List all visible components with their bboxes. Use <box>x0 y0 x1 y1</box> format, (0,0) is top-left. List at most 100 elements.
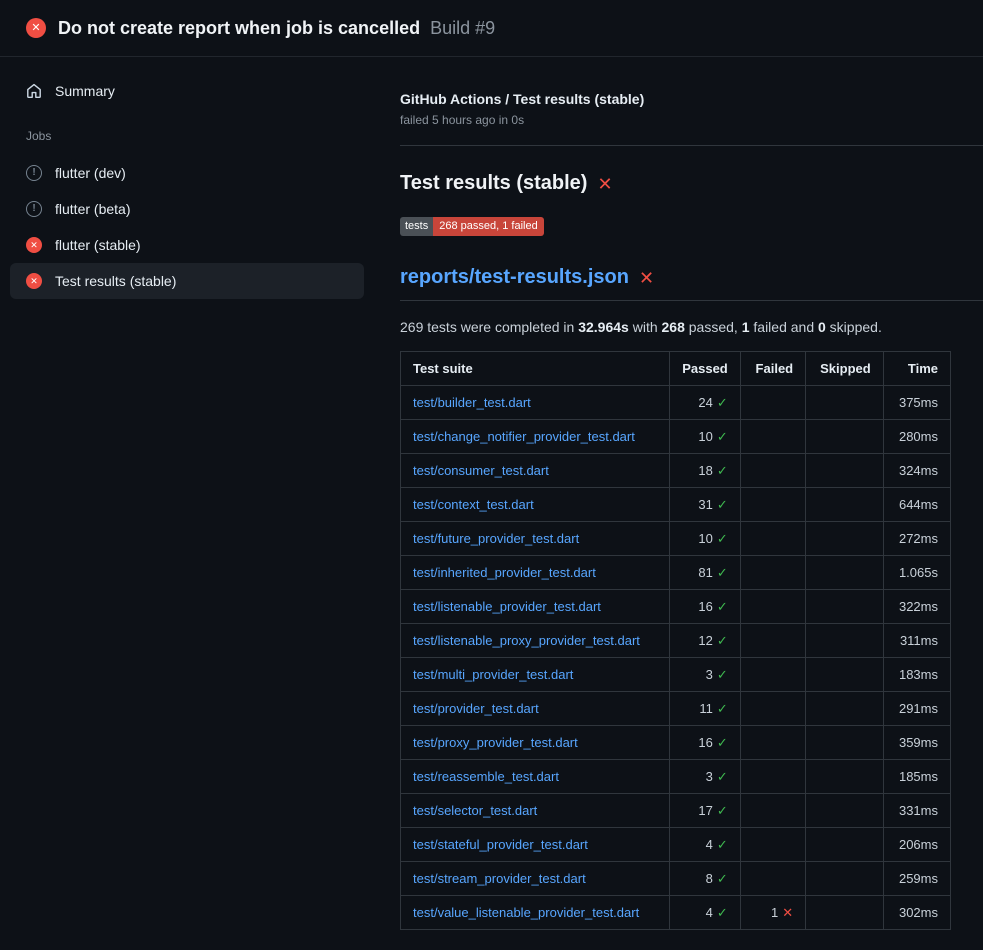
skipped-cell <box>806 488 884 522</box>
passed-cell-value: 10 <box>698 429 712 444</box>
check-icon: ✓ <box>717 497 728 512</box>
check-icon: ✓ <box>717 871 728 886</box>
sidebar-item-flutter-beta[interactable]: ! flutter (beta) <box>10 191 364 227</box>
test-suite-link[interactable]: test/future_provider_test.dart <box>413 531 579 546</box>
test-suite-link[interactable]: test/listenable_provider_test.dart <box>413 599 601 614</box>
table-row: test/value_listenable_provider_test.dart… <box>401 896 951 930</box>
test-suite-link[interactable]: test/stream_provider_test.dart <box>413 871 586 886</box>
summary-text: passed, <box>685 319 742 335</box>
check-run-title: Do not create report when job is cancell… <box>58 18 420 39</box>
test-suite-link[interactable]: test/value_listenable_provider_test.dart <box>413 905 639 920</box>
time-cell: 1.065s <box>883 556 950 590</box>
skipped-cell <box>806 862 884 896</box>
jobs-section-label: Jobs <box>10 109 364 155</box>
neutral-status-icon: ! <box>26 201 42 217</box>
passed-cell-value: 3 <box>706 667 713 682</box>
skipped-cell <box>806 896 884 930</box>
passed-cell-value: 8 <box>706 871 713 886</box>
failed-cell <box>740 760 805 794</box>
skipped-cell <box>806 556 884 590</box>
time-cell: 375ms <box>883 386 950 420</box>
sidebar-item-test-results-stable[interactable]: ✕ Test results (stable) <box>10 263 364 299</box>
table-row: test/listenable_provider_test.dart16✓322… <box>401 590 951 624</box>
skipped-cell <box>806 454 884 488</box>
home-icon <box>26 83 42 99</box>
tests-badge: tests 268 passed, 1 failed <box>400 217 544 236</box>
test-suite-link[interactable]: test/consumer_test.dart <box>413 463 549 478</box>
neutral-status-icon: ! <box>26 165 42 181</box>
suite-cell: test/listenable_proxy_provider_test.dart <box>401 624 670 658</box>
passed-cell-value: 17 <box>698 803 712 818</box>
time-cell: 280ms <box>883 420 950 454</box>
table-row: test/reassemble_test.dart3✓185ms <box>401 760 951 794</box>
failed-cell <box>740 386 805 420</box>
suite-cell: test/value_listenable_provider_test.dart <box>401 896 670 930</box>
suite-cell: test/stateful_provider_test.dart <box>401 828 670 862</box>
passed-cell: 16✓ <box>670 590 741 624</box>
test-suite-link[interactable]: test/listenable_proxy_provider_test.dart <box>413 633 640 648</box>
passed-cell-value: 11 <box>699 701 713 716</box>
passed-cell: 8✓ <box>670 862 741 896</box>
failed-cell <box>740 828 805 862</box>
sidebar-item-flutter-stable[interactable]: ✕ flutter (stable) <box>10 227 364 263</box>
failed-cell <box>740 862 805 896</box>
table-row: test/provider_test.dart11✓291ms <box>401 692 951 726</box>
test-suite-link[interactable]: test/inherited_provider_test.dart <box>413 565 596 580</box>
section-heading: Test results (stable) ✕ <box>400 172 951 195</box>
failed-cell <box>740 692 805 726</box>
col-header-failed: Failed <box>740 352 805 386</box>
passed-cell: 10✓ <box>670 522 741 556</box>
test-suite-link[interactable]: test/proxy_provider_test.dart <box>413 735 578 750</box>
test-suite-link[interactable]: test/multi_provider_test.dart <box>413 667 573 682</box>
table-row: test/selector_test.dart17✓331ms <box>401 794 951 828</box>
test-suite-link[interactable]: test/provider_test.dart <box>413 701 539 716</box>
failed-cell <box>740 624 805 658</box>
check-icon: ✓ <box>717 633 728 648</box>
suite-cell: test/context_test.dart <box>401 488 670 522</box>
run-status-line: failed 5 hours ago in 0s <box>400 113 951 127</box>
passed-cell-value: 3 <box>706 769 713 784</box>
test-suite-link[interactable]: test/builder_test.dart <box>413 395 531 410</box>
skipped-cell <box>806 590 884 624</box>
test-suite-link[interactable]: test/reassemble_test.dart <box>413 769 559 784</box>
table-row: test/context_test.dart31✓644ms <box>401 488 951 522</box>
check-icon: ✓ <box>717 701 728 716</box>
suite-cell: test/future_provider_test.dart <box>401 522 670 556</box>
skipped-cell <box>806 522 884 556</box>
failed-cell <box>740 488 805 522</box>
suite-cell: test/multi_provider_test.dart <box>401 658 670 692</box>
suite-cell: test/reassemble_test.dart <box>401 760 670 794</box>
time-cell: 331ms <box>883 794 950 828</box>
check-icon: ✓ <box>717 735 728 750</box>
passed-cell: 3✓ <box>670 760 741 794</box>
suite-cell: test/change_notifier_provider_test.dart <box>401 420 670 454</box>
table-row: test/proxy_provider_test.dart16✓359ms <box>401 726 951 760</box>
test-suite-link[interactable]: test/change_notifier_provider_test.dart <box>413 429 635 444</box>
skipped-cell <box>806 726 884 760</box>
summary-text: failed and <box>750 319 819 335</box>
failed-cell <box>740 794 805 828</box>
tests-summary: 269 tests were completed in 32.964s with… <box>400 319 951 335</box>
passed-cell-value: 16 <box>698 735 712 750</box>
sidebar-item-label: Test results (stable) <box>55 273 176 289</box>
suite-cell: test/consumer_test.dart <box>401 454 670 488</box>
report-file-link[interactable]: reports/test-results.json <box>400 266 629 289</box>
test-suite-link[interactable]: test/stateful_provider_test.dart <box>413 837 588 852</box>
sidebar-item-summary[interactable]: Summary <box>10 73 364 109</box>
page-layout: Summary Jobs ! flutter (dev) ! flutter (… <box>0 57 983 930</box>
check-icon: ✓ <box>717 395 728 410</box>
passed-cell: 31✓ <box>670 488 741 522</box>
table-row: test/multi_provider_test.dart3✓183ms <box>401 658 951 692</box>
table-row: test/listenable_proxy_provider_test.dart… <box>401 624 951 658</box>
table-row: test/consumer_test.dart18✓324ms <box>401 454 951 488</box>
test-suite-link[interactable]: test/context_test.dart <box>413 497 534 512</box>
table-row: test/stream_provider_test.dart8✓259ms <box>401 862 951 896</box>
skipped-cell <box>806 794 884 828</box>
passed-cell-value: 12 <box>698 633 712 648</box>
skipped-cell <box>806 420 884 454</box>
table-row: test/inherited_provider_test.dart81✓1.06… <box>401 556 951 590</box>
time-cell: 302ms <box>883 896 950 930</box>
test-suite-link[interactable]: test/selector_test.dart <box>413 803 537 818</box>
sidebar-item-flutter-dev[interactable]: ! flutter (dev) <box>10 155 364 191</box>
skipped-cell <box>806 760 884 794</box>
